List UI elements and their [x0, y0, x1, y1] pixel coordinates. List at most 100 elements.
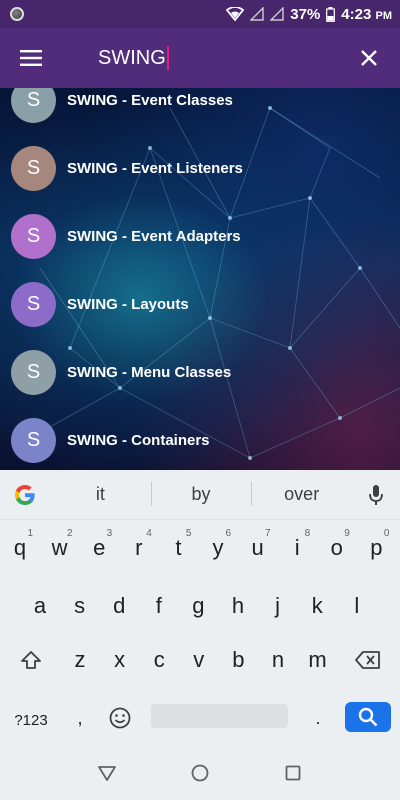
key-letter: w — [51, 535, 68, 560]
key-k[interactable]: k — [298, 582, 336, 630]
menu-button[interactable] — [0, 28, 62, 88]
key-letter: e — [93, 535, 106, 560]
result-title: SWING - Containers — [67, 431, 210, 449]
avatar: S — [11, 417, 56, 463]
key-letter: m — [308, 647, 327, 672]
key-a[interactable]: a — [21, 582, 59, 630]
home-button[interactable] — [180, 753, 220, 793]
key-number-hint: 2 — [67, 528, 73, 539]
suggestion-3[interactable]: over — [251, 482, 352, 506]
key-letter: k — [311, 593, 323, 618]
key-letter: g — [192, 593, 205, 618]
key-letter: i — [294, 535, 300, 560]
suggestion-1[interactable]: it — [50, 484, 151, 505]
result-title: SWING - Menu Classes — [67, 363, 232, 381]
key-letter: u — [251, 535, 264, 560]
key-o[interactable]: o9 — [318, 524, 356, 572]
key-y[interactable]: y6 — [199, 524, 237, 572]
key-number-hint: 6 — [225, 528, 231, 539]
suggestion-2[interactable]: by — [150, 482, 252, 506]
key-letter: t — [175, 535, 182, 560]
back-triangle-icon — [97, 766, 116, 781]
signal-icon — [250, 7, 264, 21]
key-h[interactable]: h — [219, 582, 257, 630]
key-r[interactable]: r4 — [120, 524, 158, 572]
key-number-hint: 7 — [265, 528, 271, 539]
key-number-hint: 3 — [106, 528, 113, 539]
results-list: S SWING - Event Classes S SWING - Event Lis… — [0, 88, 400, 470]
key-l[interactable]: l — [338, 582, 376, 630]
key-c[interactable]: c — [140, 636, 178, 684]
close-icon — [361, 50, 377, 66]
avatar: S — [11, 349, 56, 395]
signal-icon-2 — [270, 7, 284, 21]
key-d[interactable]: d — [100, 582, 138, 630]
period-key[interactable]: . — [298, 694, 338, 742]
key-t[interactable]: t5 — [159, 524, 197, 572]
key-i[interactable]: i8 — [278, 524, 316, 572]
key-letter: c — [153, 647, 165, 672]
key-letter: o — [330, 535, 343, 560]
comma-key[interactable]: , — [62, 694, 98, 742]
key-e[interactable]: e3 — [80, 524, 118, 572]
result-title: SWING - Event Listeners — [67, 159, 243, 177]
key-n[interactable]: n — [259, 636, 297, 684]
key-letter: y — [212, 535, 224, 560]
key-q[interactable]: q1 — [1, 524, 39, 572]
search-action-key[interactable] — [345, 702, 391, 732]
result-item[interactable]: S SWING - Event Adapters — [0, 202, 400, 270]
results-area: S SWING - Event Classes S SWING - Event Lis… — [0, 88, 400, 470]
key-number-hint: 5 — [185, 528, 192, 539]
result-item[interactable]: S SWING - Event Listeners — [0, 134, 400, 202]
back-button[interactable] — [87, 753, 127, 793]
key-b[interactable]: b — [219, 636, 257, 684]
key-p[interactable]: p0 — [357, 524, 395, 572]
hamburger-icon — [20, 50, 42, 66]
recents-button[interactable] — [273, 753, 313, 793]
key-letter: j — [275, 593, 281, 618]
status-bar: 37% 4:23 PM — [0, 0, 400, 28]
soft-keyboard: it by over q1w2e3r4t5y6u7i8o9p0 asdfghjk… — [0, 470, 400, 746]
key-f[interactable]: f — [140, 582, 178, 630]
key-m[interactable]: m — [299, 636, 337, 684]
key-letter: h — [231, 593, 245, 618]
key-letter: z — [74, 647, 86, 672]
microphone-button[interactable] — [352, 484, 400, 506]
key-letter: s — [74, 593, 86, 618]
home-circle-icon — [191, 764, 209, 782]
result-item[interactable]: S SWING - Event Classes — [0, 88, 400, 134]
emoji-key[interactable] — [100, 694, 140, 742]
key-j[interactable]: j — [259, 582, 297, 630]
shift-key[interactable] — [12, 636, 50, 684]
key-letter: d — [113, 593, 126, 618]
key-w[interactable]: w2 — [41, 524, 79, 572]
result-title: SWING - Event Classes — [67, 91, 233, 109]
navigation-bar — [0, 746, 400, 800]
avatar: S — [11, 213, 56, 259]
key-g[interactable]: g — [179, 582, 217, 630]
search-input[interactable]: SWING — [62, 28, 338, 88]
key-x[interactable]: x — [101, 636, 139, 684]
result-item[interactable]: S SWING - Containers — [0, 406, 400, 470]
result-item[interactable]: S SWING - Menu Classes — [0, 338, 400, 406]
key-letter: b — [232, 647, 245, 672]
spacebar[interactable] — [151, 704, 288, 728]
google-g-icon[interactable] — [0, 470, 50, 520]
result-item[interactable]: S SWING - Layouts — [0, 270, 400, 338]
key-letter: n — [271, 647, 285, 672]
key-z[interactable]: z — [61, 636, 99, 684]
notification-dot-icon — [10, 7, 24, 21]
key-v[interactable]: v — [180, 636, 218, 684]
suggestion-bar: it by over — [0, 470, 400, 520]
key-letter: x — [114, 647, 126, 672]
key-s[interactable]: s — [61, 582, 99, 630]
avatar: S — [11, 281, 56, 327]
avatar: S — [11, 88, 56, 123]
clock-ampm: PM — [375, 9, 393, 22]
key-number-hint: 1 — [27, 528, 33, 539]
close-search-button[interactable] — [338, 28, 400, 88]
result-title: SWING - Event Adapters — [67, 227, 241, 245]
backspace-key[interactable] — [349, 636, 387, 684]
key-u[interactable]: u7 — [239, 524, 277, 572]
symbols-key[interactable]: ?123 — [8, 696, 54, 744]
